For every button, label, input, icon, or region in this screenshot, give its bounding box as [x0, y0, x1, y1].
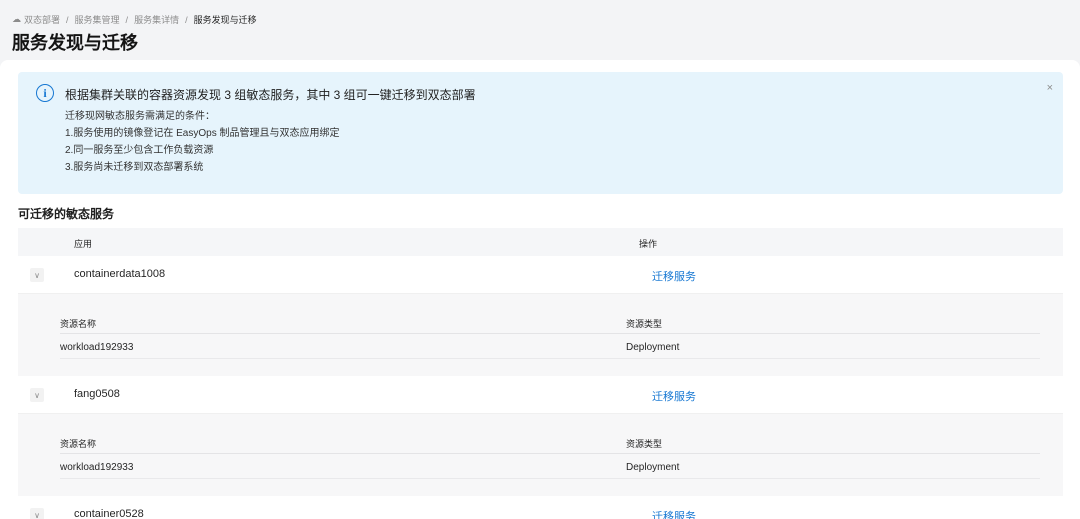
resource-name: workload192933 [60, 462, 134, 473]
table-row: ∨ fang0508 迁移服务 [18, 376, 1063, 414]
info-alert: i 根据集群关联的容器资源发现 3 组敏态服务，其中 3 组可一键迁移到双态部署… [18, 72, 1063, 194]
section-title: 可迁移的敏态服务 [18, 207, 115, 221]
page-header: ☁ 双态部署 / 服务集管理 / 服务集详情 / 服务发现与迁移 服务发现与迁移 [0, 0, 1080, 60]
table-header: 应用 操作 [18, 228, 1063, 256]
breadcrumb-separator: / [185, 14, 188, 25]
alert-line: 迁移现网敏态服务需满足的条件： [65, 111, 215, 122]
app-name: containerdata1008 [74, 268, 166, 280]
column-header-resource-type: 资源类型 [626, 439, 663, 449]
table-row: ∨ container0528 迁移服务 [18, 496, 1063, 519]
migrate-service-link[interactable]: 迁移服务 [652, 388, 696, 404]
alert-line: 2.同一服务至少包含工作负载资源 [65, 145, 214, 156]
breadcrumb-item-service-set-management[interactable]: 服务集管理 [75, 13, 120, 26]
info-icon: i [36, 84, 54, 102]
expanded-resource-panel: 资源名称 资源类型 workload192933 Deployment [18, 414, 1063, 496]
table-row: ∨ containerdata1008 迁移服务 [18, 256, 1063, 294]
app-name: fang0508 [74, 388, 120, 400]
close-icon[interactable]: × [1047, 82, 1053, 94]
chevron-down-icon[interactable]: ∨ [30, 268, 44, 282]
expanded-resource-panel: 资源名称 资源类型 workload192933 Deployment [18, 294, 1063, 376]
chevron-down-icon[interactable]: ∨ [30, 388, 44, 402]
resource-table-header: 资源名称 资源类型 [60, 312, 1040, 334]
column-header-resource-type: 资源类型 [626, 319, 663, 329]
app-name: container0528 [74, 508, 144, 519]
alert-line: 3.服务尚未迁移到双态部署系统 [65, 162, 204, 173]
resource-table-header: 资源名称 资源类型 [60, 432, 1040, 454]
chevron-down-icon[interactable]: ∨ [30, 508, 44, 519]
breadcrumb-item-dual-deploy[interactable]: 双态部署 [24, 13, 60, 26]
column-header-action: 操作 [639, 239, 658, 249]
column-header-app: 应用 [74, 239, 93, 249]
resource-type: Deployment [626, 462, 680, 473]
column-header-resource-name: 资源名称 [60, 439, 97, 449]
breadcrumb-separator: / [125, 14, 129, 25]
breadcrumb-separator: / [66, 14, 69, 25]
deploy-icon: ☁ [12, 14, 21, 24]
resource-row: workload192933 Deployment [60, 455, 1040, 479]
resource-row: workload192933 Deployment [60, 335, 1040, 359]
resource-type: Deployment [626, 342, 680, 353]
breadcrumb: ☁ 双态部署 / 服务集管理 / 服务集详情 / 服务发现与迁移 [12, 13, 257, 26]
main-content: i 根据集群关联的容器资源发现 3 组敏态服务，其中 3 组可一键迁移到双态部署… [0, 60, 1080, 519]
migrate-service-link[interactable]: 迁移服务 [652, 508, 696, 519]
page-title: 服务发现与迁移 [12, 33, 138, 53]
breadcrumb-item-service-set-detail[interactable]: 服务集详情 [134, 13, 179, 26]
resource-name: workload192933 [60, 342, 134, 353]
breadcrumb-item-current: 服务发现与迁移 [193, 15, 257, 25]
column-header-resource-name: 资源名称 [60, 319, 97, 329]
alert-line: 1.服务使用的镜像登记在 EasyOps 制品管理且与双态应用绑定 [65, 128, 340, 139]
alert-title: 根据集群关联的容器资源发现 3 组敏态服务，其中 3 组可一键迁移到双态部署 [65, 88, 476, 102]
migrate-service-link[interactable]: 迁移服务 [652, 268, 696, 284]
